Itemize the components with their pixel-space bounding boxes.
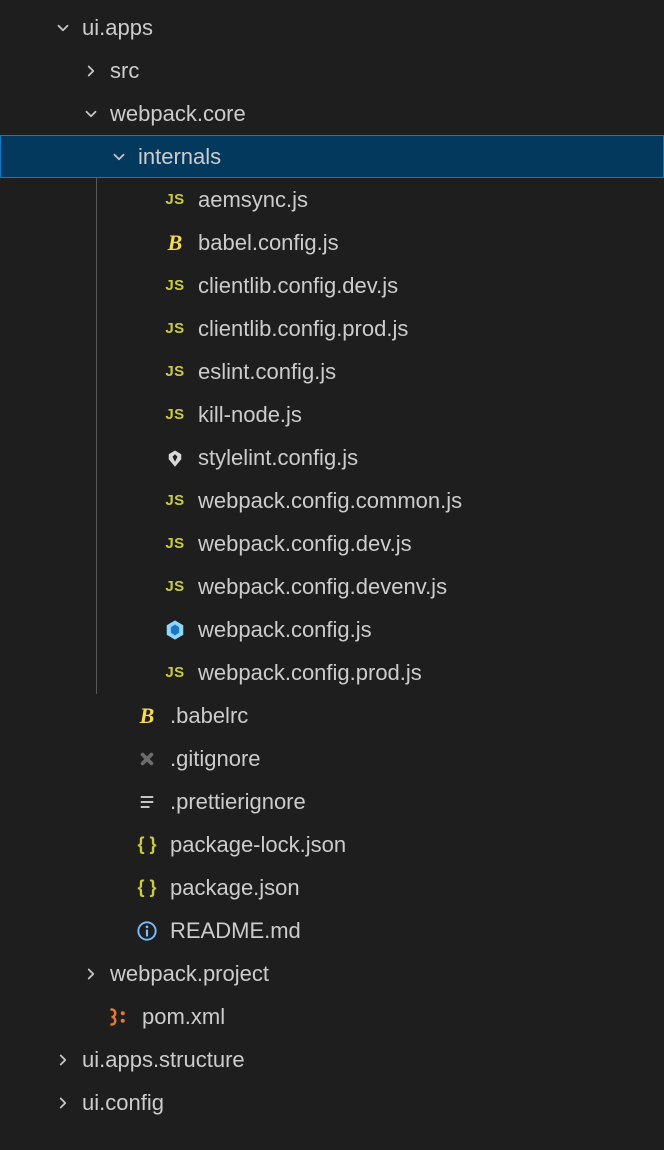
- js-file-icon: JS: [162, 359, 188, 385]
- tree-folder[interactable]: webpack.project: [0, 952, 664, 995]
- file-explorer-tree[interactable]: ui.apps src webpack.core internals JS aemsync…: [0, 6, 664, 1124]
- tree-item-label: kill-node.js: [198, 402, 302, 428]
- tree-item-label: webpack.config.js: [198, 617, 372, 643]
- tree-file[interactable]: JS webpack.config.common.js: [0, 479, 664, 522]
- babel-file-icon: B: [134, 703, 160, 729]
- tree-file[interactable]: README.md: [0, 909, 664, 952]
- js-file-icon: JS: [162, 316, 188, 342]
- tree-folder[interactable]: internals: [0, 135, 664, 178]
- text-file-icon: [134, 789, 160, 815]
- indent-guide: [96, 522, 97, 565]
- indent-guide: [96, 178, 97, 221]
- js-file-icon: JS: [162, 402, 188, 428]
- tree-file[interactable]: JS clientlib.config.dev.js: [0, 264, 664, 307]
- tree-file[interactable]: JS clientlib.config.prod.js: [0, 307, 664, 350]
- js-file-icon: JS: [162, 488, 188, 514]
- tree-file[interactable]: JS webpack.config.devenv.js: [0, 565, 664, 608]
- chevron-right-icon: [54, 1094, 72, 1112]
- js-file-icon: JS: [162, 273, 188, 299]
- tree-folder[interactable]: ui.apps: [0, 6, 664, 49]
- collapse-icon[interactable]: [78, 101, 104, 127]
- indent-guide: [96, 608, 97, 651]
- tree-item-label: babel.config.js: [198, 230, 339, 256]
- tree-folder[interactable]: webpack.core: [0, 92, 664, 135]
- expand-icon[interactable]: [78, 961, 104, 987]
- tree-item-label: ui.config: [82, 1090, 164, 1116]
- tree-item-label: webpack.project: [110, 961, 269, 987]
- tree-item-label: clientlib.config.dev.js: [198, 273, 398, 299]
- indent-guide: [96, 221, 97, 264]
- tree-file[interactable]: JS aemsync.js: [0, 178, 664, 221]
- chevron-right-icon: [82, 62, 100, 80]
- tree-item-label: package.json: [170, 875, 300, 901]
- webpack-file-icon: [162, 617, 188, 643]
- tree-file[interactable]: JS webpack.config.prod.js: [0, 651, 664, 694]
- chevron-right-icon: [82, 965, 100, 983]
- tree-file[interactable]: JS webpack.config.dev.js: [0, 522, 664, 565]
- indent-guide: [96, 264, 97, 307]
- tree-file[interactable]: .prettierignore: [0, 780, 664, 823]
- expand-icon[interactable]: [50, 1047, 76, 1073]
- indent-guide: [96, 350, 97, 393]
- tree-file[interactable]: { } package-lock.json: [0, 823, 664, 866]
- tree-item-label: .gitignore: [170, 746, 261, 772]
- tree-item-label: ui.apps.structure: [82, 1047, 245, 1073]
- babel-file-icon: B: [162, 230, 188, 256]
- tree-file[interactable]: B .babelrc: [0, 694, 664, 737]
- tree-item-label: pom.xml: [142, 1004, 225, 1030]
- tree-file[interactable]: { } package.json: [0, 866, 664, 909]
- indent-guide: [96, 436, 97, 479]
- chevron-right-icon: [54, 1051, 72, 1069]
- tree-item-label: README.md: [170, 918, 301, 944]
- json-file-icon: { }: [134, 875, 160, 901]
- tree-file[interactable]: JS kill-node.js: [0, 393, 664, 436]
- readme-file-icon: [134, 918, 160, 944]
- collapse-icon[interactable]: [106, 144, 132, 170]
- indent-guide: [96, 393, 97, 436]
- tree-file[interactable]: JS eslint.config.js: [0, 350, 664, 393]
- tree-item-label: package-lock.json: [170, 832, 346, 858]
- json-file-icon: { }: [134, 832, 160, 858]
- tree-item-label: ui.apps: [82, 15, 153, 41]
- tree-item-label: webpack.config.common.js: [198, 488, 462, 514]
- xml-file-icon: [106, 1004, 132, 1030]
- indent-guide: [96, 307, 97, 350]
- js-file-icon: JS: [162, 531, 188, 557]
- tree-item-label: src: [110, 58, 139, 84]
- chevron-down-icon: [82, 105, 100, 123]
- tree-item-label: webpack.config.dev.js: [198, 531, 412, 557]
- indent-guide: [96, 651, 97, 694]
- js-file-icon: JS: [162, 660, 188, 686]
- tree-item-label: aemsync.js: [198, 187, 308, 213]
- js-file-icon: JS: [162, 187, 188, 213]
- expand-icon[interactable]: [78, 58, 104, 84]
- tree-folder[interactable]: ui.apps.structure: [0, 1038, 664, 1081]
- expand-icon[interactable]: [50, 1090, 76, 1116]
- tree-item-label: eslint.config.js: [198, 359, 336, 385]
- tree-file[interactable]: stylelint.config.js: [0, 436, 664, 479]
- js-file-icon: JS: [162, 574, 188, 600]
- indent-guide: [96, 565, 97, 608]
- chevron-down-icon: [110, 148, 128, 166]
- git-file-icon: [134, 746, 160, 772]
- tree-folder[interactable]: src: [0, 49, 664, 92]
- tree-item-label: .prettierignore: [170, 789, 306, 815]
- tree-folder[interactable]: ui.config: [0, 1081, 664, 1124]
- indent-guide: [96, 479, 97, 522]
- tree-item-label: clientlib.config.prod.js: [198, 316, 408, 342]
- tree-item-label: stylelint.config.js: [198, 445, 358, 471]
- tree-item-label: internals: [138, 144, 221, 170]
- tree-item-label: webpack.core: [110, 101, 246, 127]
- tree-item-label: webpack.config.devenv.js: [198, 574, 447, 600]
- tree-file[interactable]: webpack.config.js: [0, 608, 664, 651]
- chevron-down-icon: [54, 19, 72, 37]
- tree-item-label: .babelrc: [170, 703, 248, 729]
- collapse-icon[interactable]: [50, 15, 76, 41]
- tree-file[interactable]: Bbabel.config.js: [0, 221, 664, 264]
- tree-item-label: webpack.config.prod.js: [198, 660, 422, 686]
- stylelint-file-icon: [162, 445, 188, 471]
- tree-file[interactable]: .gitignore: [0, 737, 664, 780]
- tree-file[interactable]: pom.xml: [0, 995, 664, 1038]
